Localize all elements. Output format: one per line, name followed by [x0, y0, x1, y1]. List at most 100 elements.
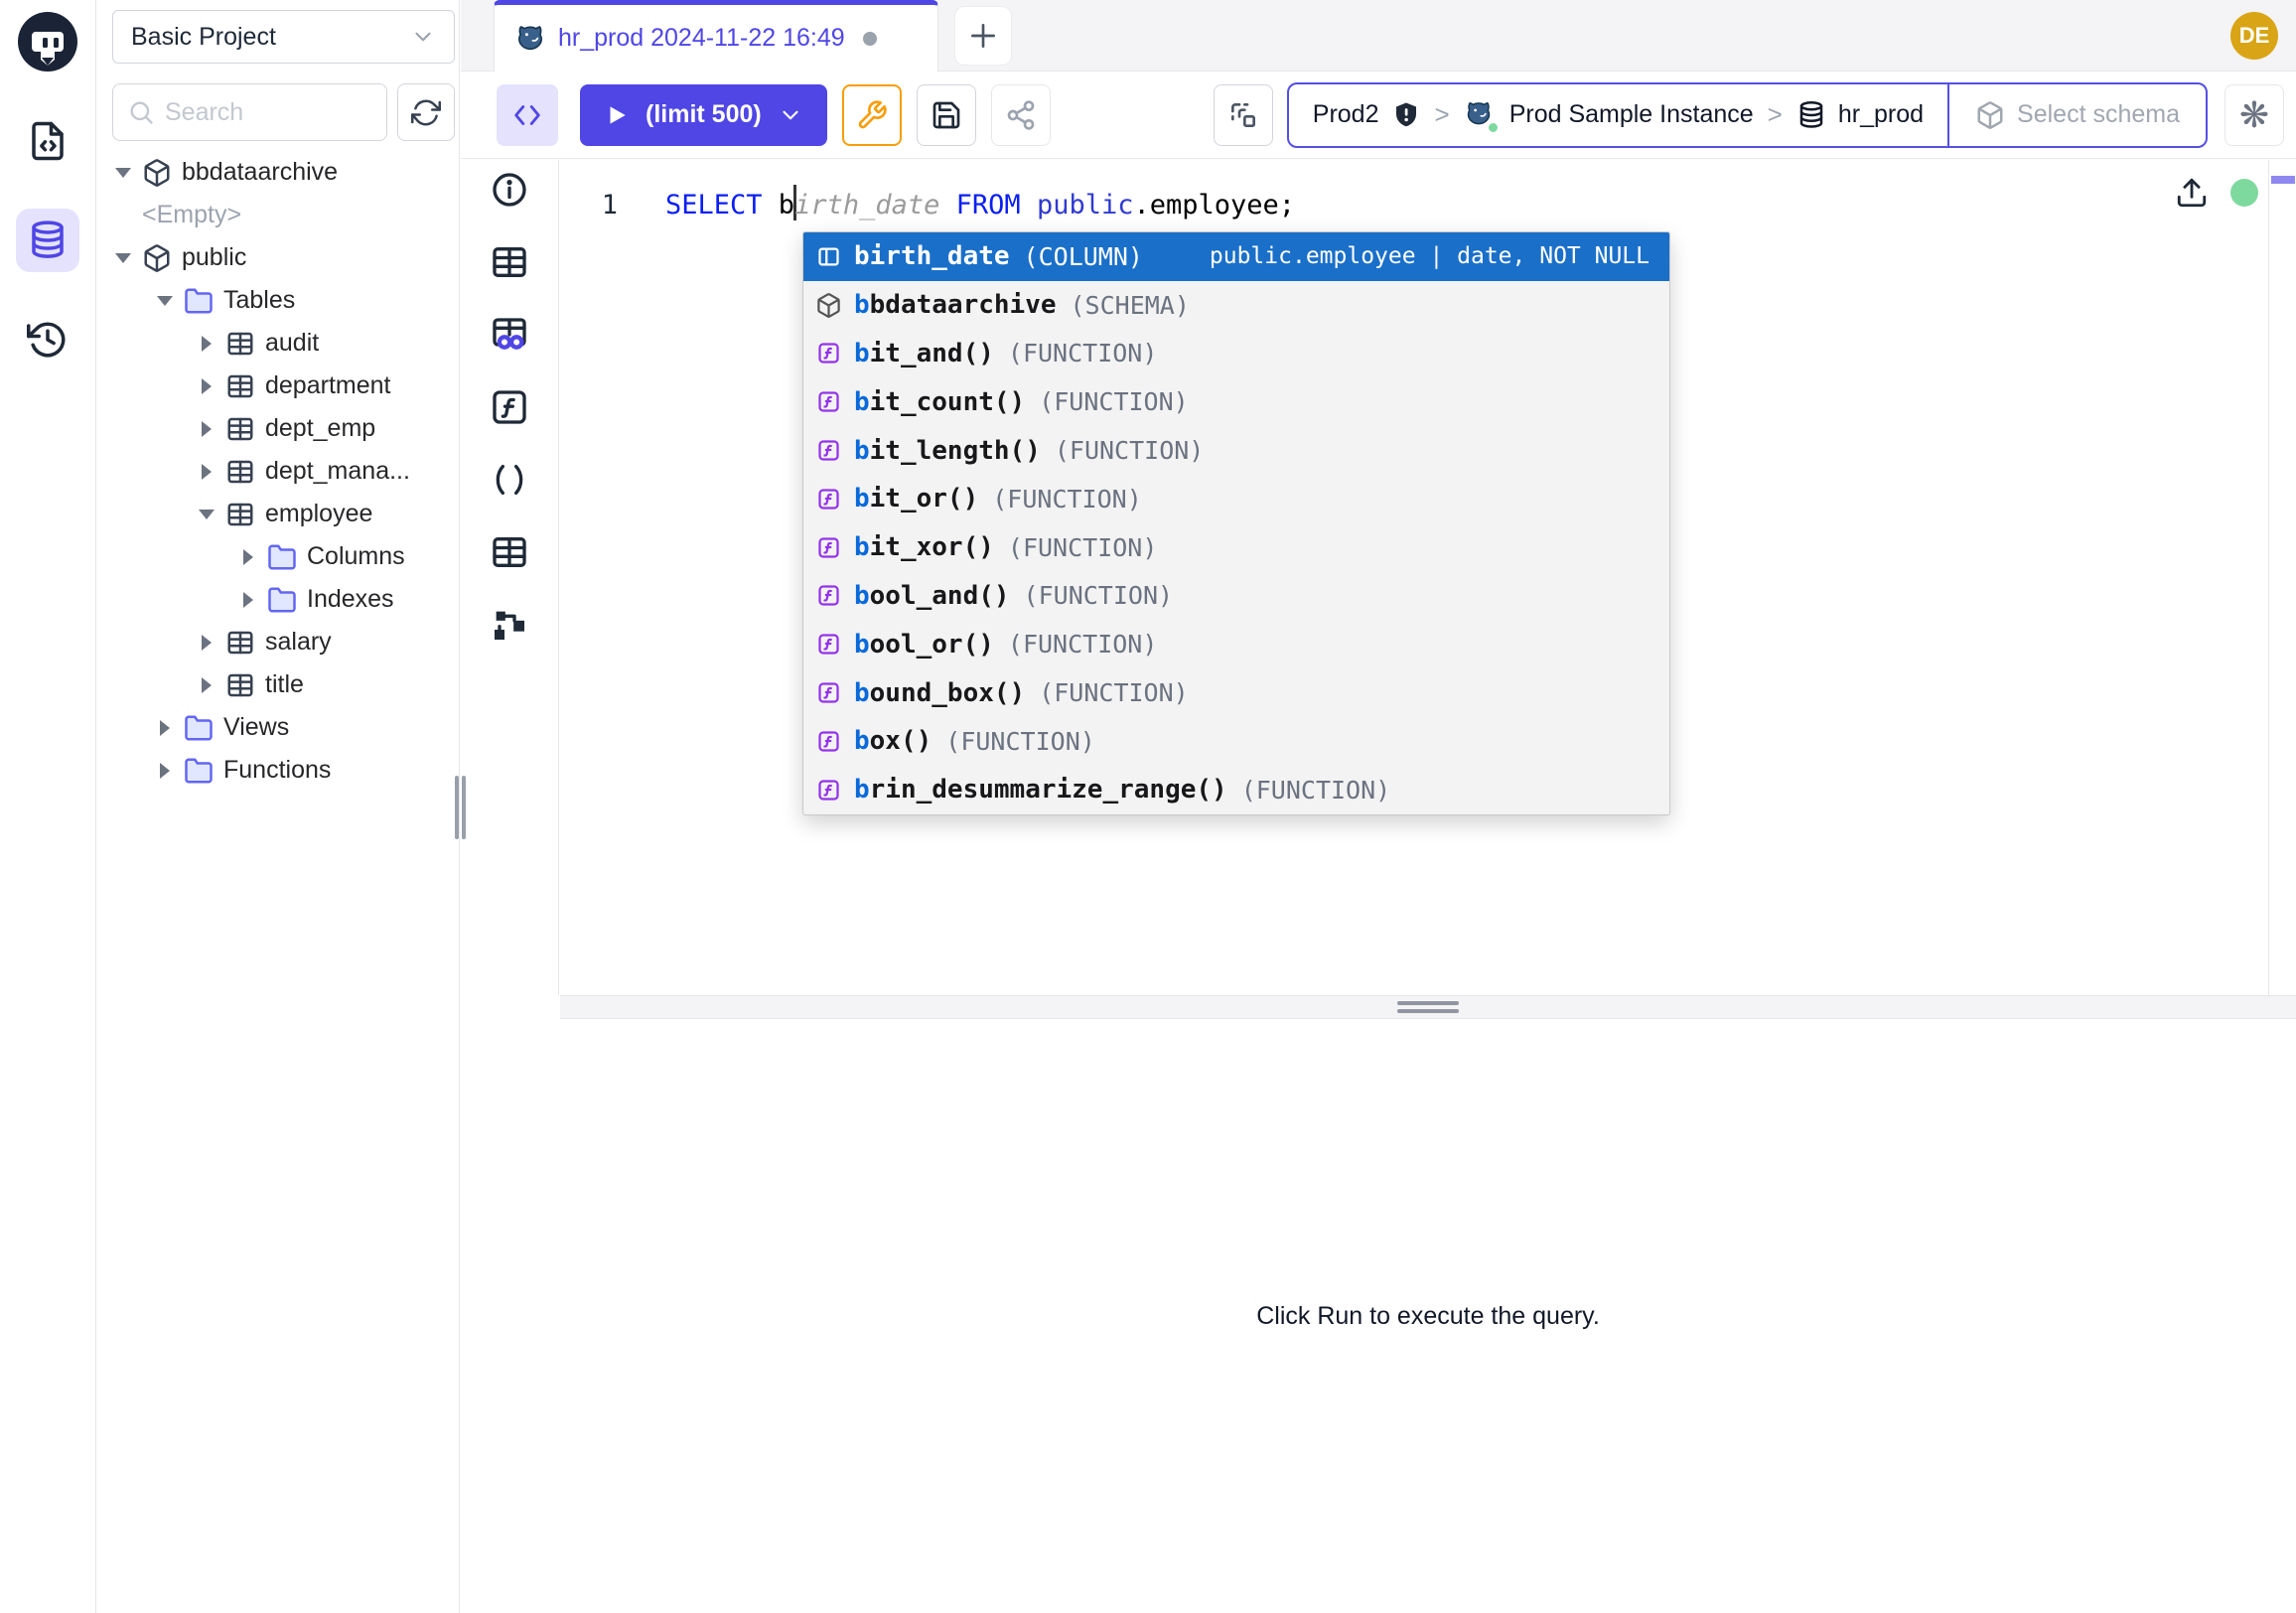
caret-right-icon[interactable] [194, 630, 219, 656]
suggestion-name: bit_count() [854, 387, 1025, 417]
batch-query-button[interactable] [1214, 84, 1273, 146]
tree-item-label: dept_emp [265, 414, 375, 443]
folder-icon [184, 756, 214, 786]
connection-breadcrumb: Prod2 > Prod Sample Instance > hr_prod [1287, 82, 2208, 148]
suggestion-bit-length[interactable]: bit_length()(FUNCTION) [803, 426, 1669, 475]
suggestion-birth-date[interactable]: birth_date(COLUMN)public.employee | date… [803, 232, 1669, 281]
function-icon[interactable] [490, 387, 529, 427]
function-icon [815, 388, 842, 415]
breadcrumb-separator: > [1766, 99, 1785, 130]
table-icon [225, 670, 255, 700]
upload-icon[interactable] [2175, 176, 2209, 210]
avatar[interactable]: DE [2230, 12, 2278, 60]
function-icon [815, 437, 842, 464]
caret-right-icon[interactable] [194, 373, 219, 399]
tree-item-label: public [182, 243, 246, 272]
caret-right-icon[interactable] [194, 331, 219, 357]
suggestion-bound-box[interactable]: bound_box()(FUNCTION) [803, 668, 1669, 717]
suggestion-kind: (FUNCTION) [992, 485, 1142, 513]
caret-down-icon[interactable] [110, 160, 136, 186]
save-button[interactable] [917, 84, 976, 146]
caret-down-icon[interactable] [152, 288, 178, 314]
postgresql-icon [514, 23, 546, 55]
tree-item-public[interactable]: public [96, 236, 459, 279]
rail-item-history[interactable] [16, 308, 79, 371]
tree-item-label: dept_mana... [265, 457, 410, 486]
suggestion-bool-and[interactable]: bool_and()(FUNCTION) [803, 572, 1669, 621]
run-button-label: (limit 500) [646, 100, 762, 129]
tree-item-empty[interactable]: <Empty> [96, 194, 459, 236]
results-resize-handle[interactable] [560, 995, 2296, 1019]
caret-right-icon[interactable] [152, 758, 178, 784]
tree-item-label: employee [265, 500, 372, 528]
search-input[interactable] [165, 98, 372, 127]
caret-right-icon[interactable] [194, 672, 219, 698]
caret-right-icon[interactable] [194, 416, 219, 442]
format-button[interactable] [842, 84, 902, 146]
panel-resize-handle[interactable] [455, 776, 473, 839]
tree-item-employee[interactable]: employee [96, 493, 459, 535]
refresh-button[interactable] [397, 83, 455, 141]
tree-item-columns[interactable]: Columns [96, 535, 459, 578]
tree-item-audit[interactable]: audit [96, 322, 459, 365]
rail-item-worksheets[interactable] [16, 109, 79, 173]
table-icon [225, 457, 255, 487]
tree-item-label: audit [265, 329, 319, 358]
tree-item-dept-emp[interactable]: dept_emp [96, 407, 459, 450]
editor-overview-ruler[interactable] [2268, 160, 2296, 995]
tree-item-indexes[interactable]: Indexes [96, 578, 459, 621]
cursor-position-marker [2271, 176, 2295, 184]
suggestion-bit-xor[interactable]: bit_xor()(FUNCTION) [803, 523, 1669, 572]
table-icon [225, 414, 255, 444]
caret-down-icon[interactable] [110, 245, 136, 271]
table-icon[interactable] [490, 532, 529, 572]
tree-item-department[interactable]: department [96, 365, 459, 407]
suggestion-bit-count[interactable]: bit_count()(FUNCTION) [803, 377, 1669, 426]
info-icon[interactable] [490, 170, 529, 210]
table-preview-icon[interactable] [490, 315, 529, 355]
suggestion-box[interactable]: box()(FUNCTION) [803, 717, 1669, 766]
select-schema-button[interactable]: Select schema [1947, 84, 2206, 146]
connection-context[interactable]: Prod2 > Prod Sample Instance > hr_prod [1289, 84, 1947, 146]
rail-item-databases[interactable] [16, 209, 79, 272]
function-icon [815, 728, 842, 755]
tree-item-title[interactable]: title [96, 663, 459, 706]
tree-item-label: Tables [223, 286, 295, 315]
tree-item-label: Columns [307, 542, 405, 571]
schema-diagram-icon[interactable] [490, 605, 529, 645]
tree-item-views[interactable]: Views [96, 706, 459, 749]
suggestion-bbdataarchive[interactable]: bbdataarchive(SCHEMA) [803, 281, 1669, 330]
tree-item-tables[interactable]: Tables [96, 279, 459, 322]
caret-down-icon[interactable] [194, 502, 219, 527]
run-button[interactable]: (limit 500) [580, 84, 827, 146]
parentheses-icon[interactable] [490, 460, 529, 500]
ai-assistant-button[interactable]: ❋ [2224, 84, 2284, 146]
tree-item-salary[interactable]: salary [96, 621, 459, 663]
chevron-down-icon [778, 102, 803, 128]
schema-cube-icon [1975, 100, 2005, 130]
caret-right-icon[interactable] [152, 715, 178, 741]
new-tab-button[interactable] [954, 6, 1012, 66]
caret-right-icon[interactable] [194, 459, 219, 485]
caret-right-icon[interactable] [235, 587, 261, 613]
suggestion-kind: (COLUMN) [1024, 242, 1143, 271]
suggestion-bit-or[interactable]: bit_or()(FUNCTION) [803, 475, 1669, 523]
tree-item-dept-mana[interactable]: dept_mana... [96, 450, 459, 493]
table-icon[interactable] [490, 242, 529, 282]
environment-label: Prod2 [1313, 100, 1379, 129]
caret-right-icon[interactable] [235, 544, 261, 570]
share-button[interactable] [991, 84, 1051, 146]
bytebase-logo-icon[interactable] [16, 10, 79, 73]
tree-item-label: bbdataarchive [182, 158, 338, 187]
tab-hr-prod[interactable]: hr_prod 2024-11-22 16:49 [494, 0, 938, 72]
suggestion-name: birth_date [854, 241, 1010, 271]
suggestion-bit-and[interactable]: bit_and()(FUNCTION) [803, 330, 1669, 378]
code-mode-button[interactable] [497, 84, 558, 146]
suggestion-brin-desummarize-range[interactable]: brin_desummarize_range()(FUNCTION) [803, 766, 1669, 814]
project-select[interactable]: Basic Project [112, 10, 455, 64]
tree-item-functions[interactable]: Functions [96, 749, 459, 792]
function-icon [815, 340, 842, 367]
suggestion-bool-or[interactable]: bool_or()(FUNCTION) [803, 620, 1669, 668]
tree-item-bbdataarchive[interactable]: bbdataarchive [96, 151, 459, 194]
batch-query-icon [1227, 99, 1259, 131]
